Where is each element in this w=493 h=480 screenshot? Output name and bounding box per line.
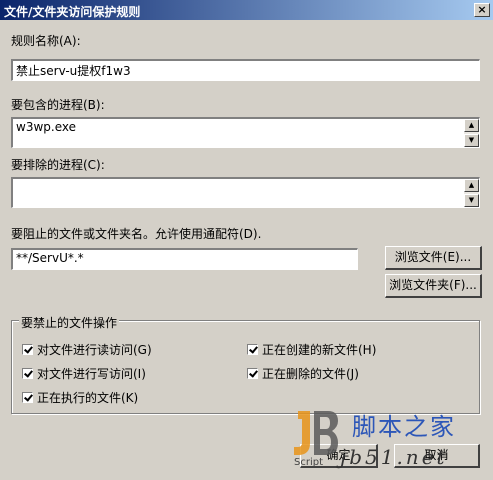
close-icon: × xyxy=(477,3,487,16)
jb51-logo-icon xyxy=(294,411,338,455)
rule-name-label: 规则名称(A): xyxy=(11,34,81,48)
deleting-file-checkbox[interactable]: 正在删除的文件(J) xyxy=(247,365,359,382)
executing-file-label: 正在执行的文件(K) xyxy=(37,391,139,405)
read-access-checkbox[interactable]: 对文件进行读访问(G) xyxy=(22,341,152,358)
browse-file-button[interactable]: 浏览文件(E)... xyxy=(385,246,482,270)
scroll-up-icon[interactable]: ▲ xyxy=(464,179,479,192)
checkbox-checked-icon xyxy=(22,368,33,379)
include-process-textarea[interactable]: w3wp.exe ▲ ▼ xyxy=(11,117,480,148)
exclude-process-label: 要排除的进程(C): xyxy=(11,158,105,172)
watermark-site-name: 脚本之家 xyxy=(352,413,456,441)
scroll-up-icon[interactable]: ▲ xyxy=(464,119,479,132)
file-operations-title: 要禁止的文件操作 xyxy=(19,314,120,331)
include-process-value: w3wp.exe xyxy=(16,120,76,134)
rule-name-input[interactable]: 禁止serv-u提权f1w3 xyxy=(11,59,480,81)
scroll-down-icon[interactable]: ▼ xyxy=(464,194,479,207)
watermark-small-text: Script xyxy=(294,457,324,468)
creating-file-checkbox[interactable]: 正在创建的新文件(H) xyxy=(247,341,376,358)
exclude-process-scrollbar[interactable]: ▲ ▼ xyxy=(464,179,479,207)
checkbox-checked-icon xyxy=(247,368,258,379)
creating-file-label: 正在创建的新文件(H) xyxy=(262,343,377,357)
executing-file-checkbox[interactable]: 正在执行的文件(K) xyxy=(22,389,138,406)
read-access-label: 对文件进行读访问(G) xyxy=(37,343,152,357)
include-process-label: 要包含的进程(B): xyxy=(11,98,105,112)
close-button[interactable]: × xyxy=(474,3,490,17)
write-access-label: 对文件进行写访问(I) xyxy=(37,367,146,381)
browse-folder-button[interactable]: 浏览文件夹(F)... xyxy=(385,274,482,298)
checkbox-checked-icon xyxy=(22,392,33,403)
deleting-file-label: 正在删除的文件(J) xyxy=(262,367,359,381)
write-access-checkbox[interactable]: 对文件进行写访问(I) xyxy=(22,365,146,382)
checkbox-checked-icon xyxy=(22,344,33,355)
watermark: 脚本之家 jb51.net Script xyxy=(290,395,490,475)
include-process-scrollbar[interactable]: ▲ ▼ xyxy=(464,119,479,147)
window-title: 文件/文件夹访问保护规则 xyxy=(4,5,141,19)
title-bar: 文件/文件夹访问保护规则 × xyxy=(0,0,493,20)
exclude-process-textarea[interactable]: ▲ ▼ xyxy=(11,177,480,208)
scroll-down-icon[interactable]: ▼ xyxy=(464,134,479,147)
watermark-url: jb51.net xyxy=(340,445,448,469)
checkbox-checked-icon xyxy=(247,344,258,355)
block-files-label: 要阻止的文件或文件夹名。允许使用通配符(D). xyxy=(11,227,262,241)
block-files-input[interactable]: **/ServU*.* xyxy=(11,248,358,270)
